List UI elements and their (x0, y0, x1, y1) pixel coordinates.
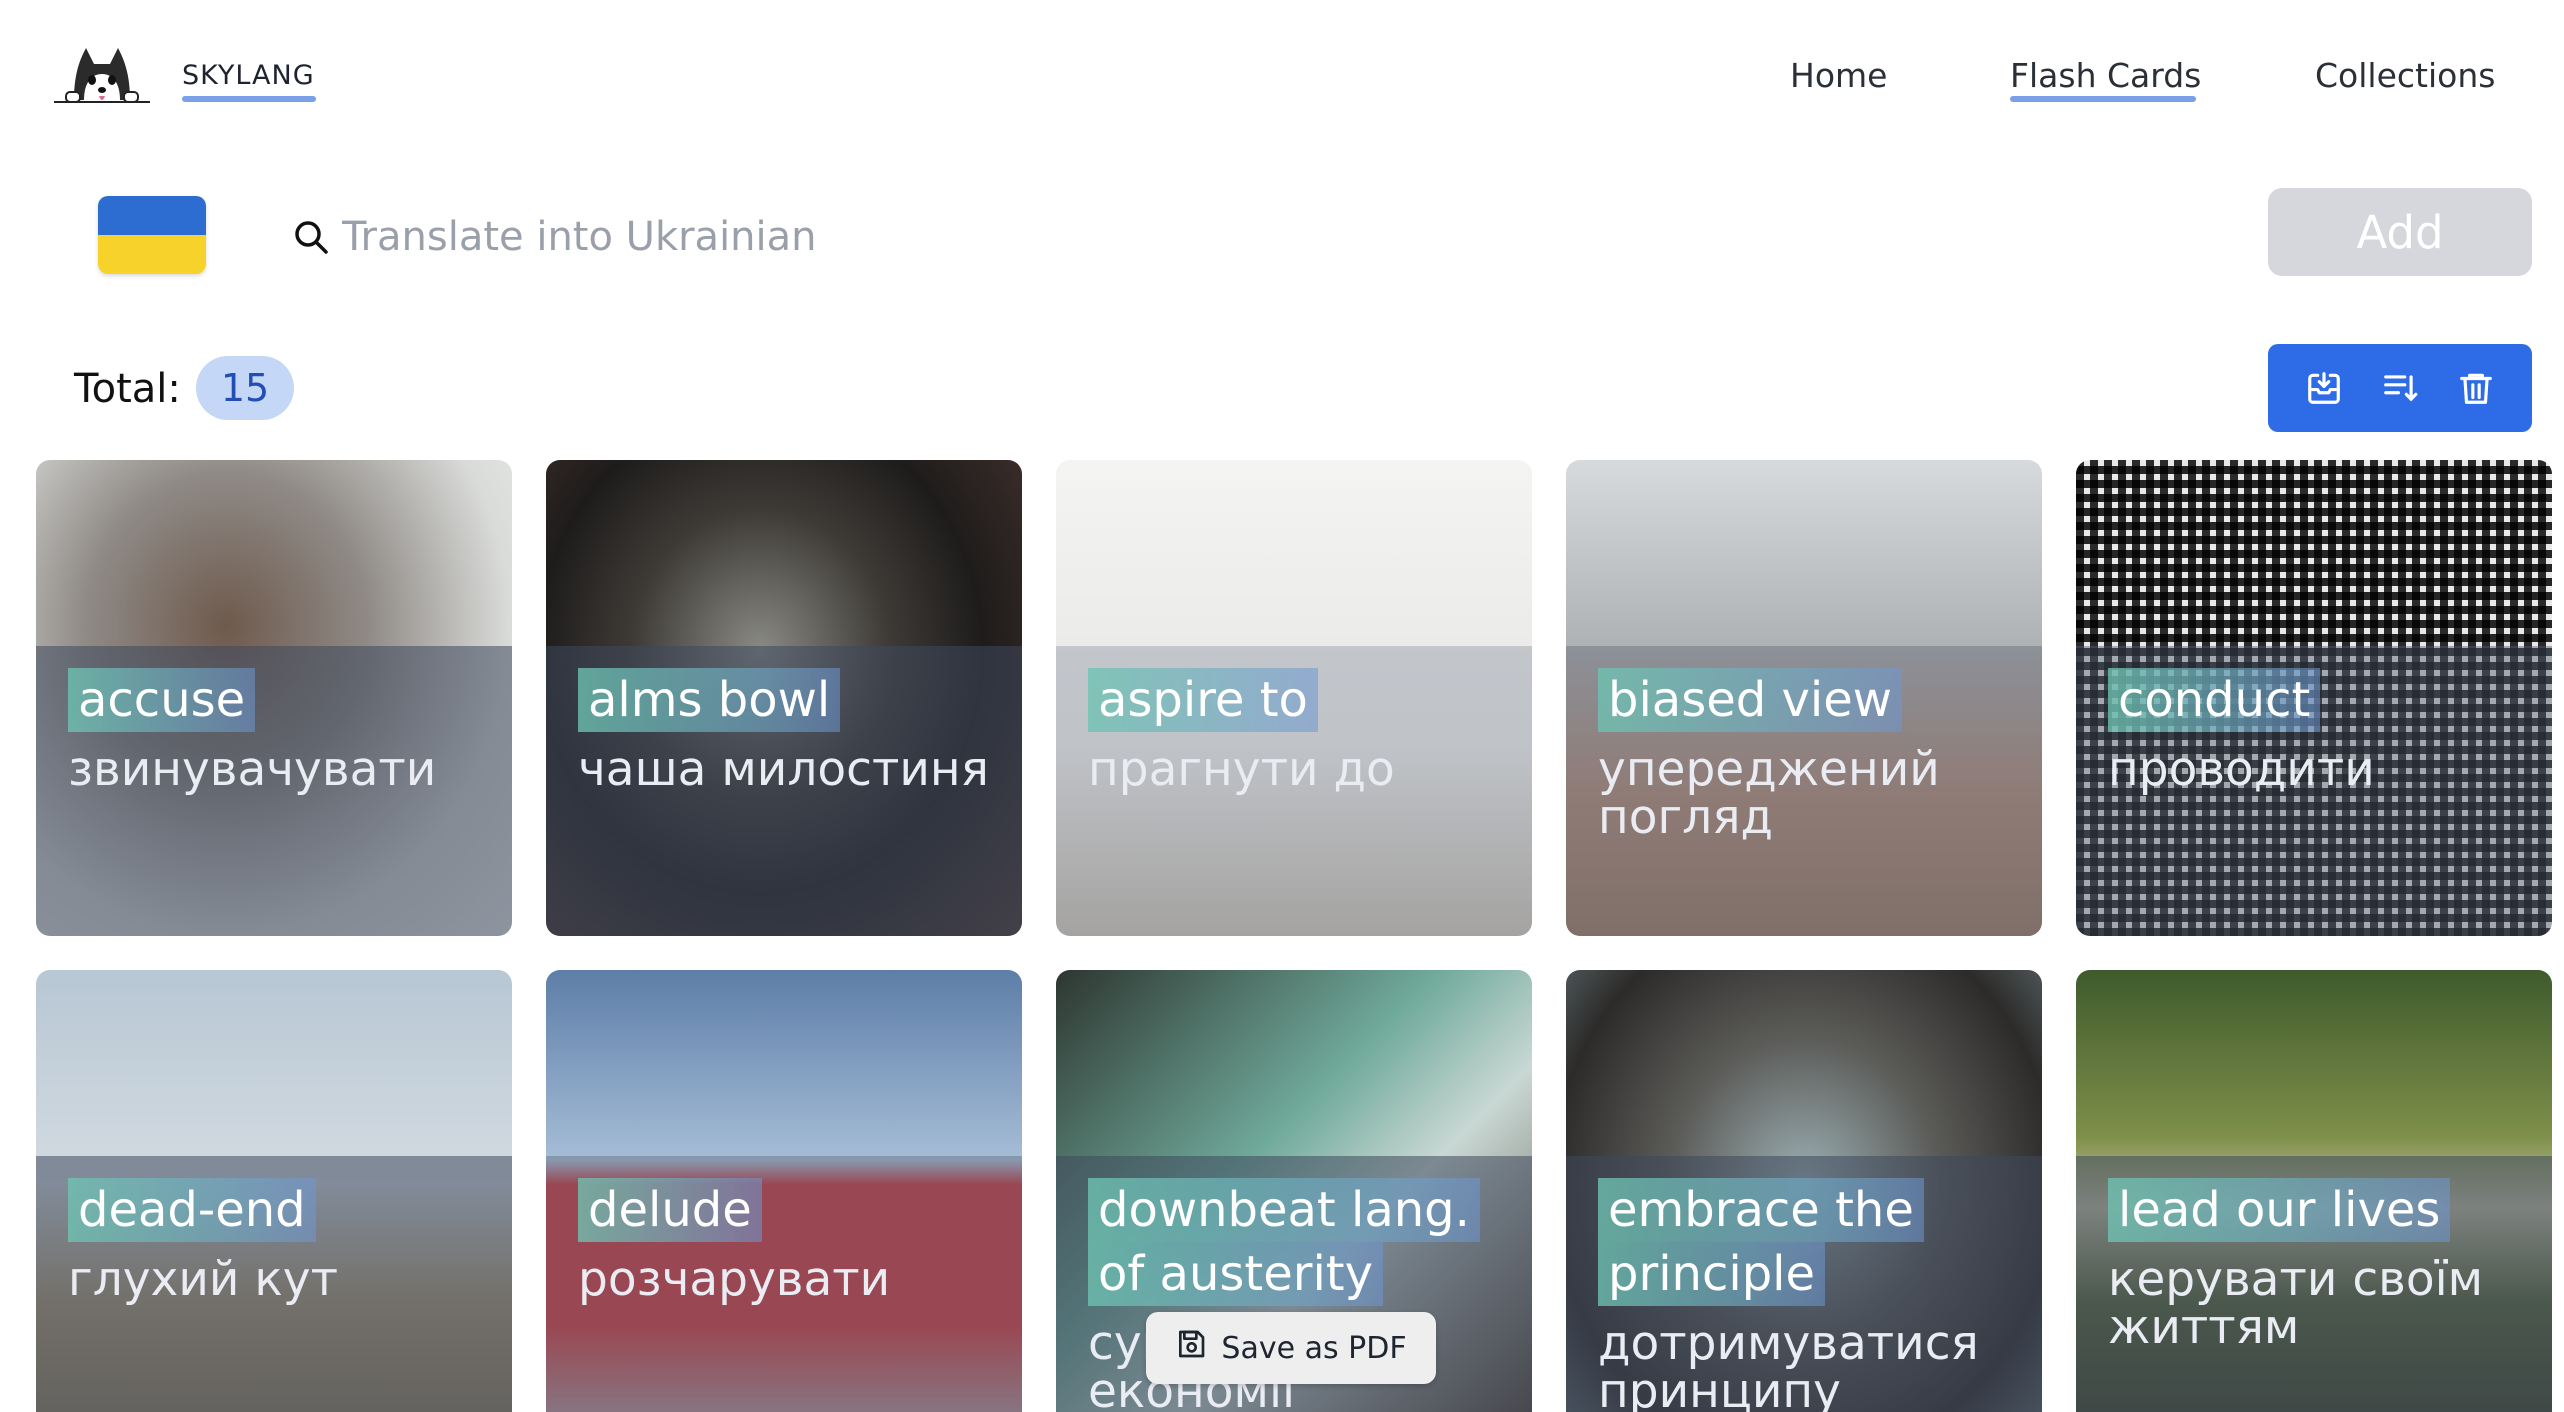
card-word: embrace the principle (1598, 1178, 1924, 1306)
search-input[interactable] (342, 204, 1642, 270)
ukraine-flag-icon[interactable] (98, 196, 206, 274)
total-count-badge: 15 (196, 356, 294, 420)
card-translation: звинувачувати (68, 742, 437, 797)
active-nav-underline (2010, 96, 2196, 102)
flash-card[interactable]: lead our lives керувати своїм життям (2076, 970, 2552, 1412)
card-word: dead-end (68, 1178, 316, 1242)
nav-collections[interactable]: Collections (2315, 56, 2495, 95)
card-word: alms bowl (578, 668, 841, 732)
card-word: delude (578, 1178, 762, 1242)
nav-home[interactable]: Home (1790, 56, 1887, 95)
flash-card[interactable]: accuse звинувачувати (36, 460, 512, 936)
total-label: Total: (74, 366, 181, 412)
save-floppy-icon (1175, 1328, 1207, 1368)
card-word: aspire to (1088, 668, 1318, 732)
card-translation: глухий кут (68, 1252, 338, 1307)
trash-icon[interactable] (2448, 360, 2504, 416)
card-translation: керувати своїм життям (2108, 1252, 2484, 1355)
flash-card[interactable]: aspire to прагнути до (1056, 460, 1532, 936)
card-translation: дотримуватися принципу (1598, 1316, 1979, 1412)
card-toolbar (2268, 344, 2532, 432)
save-as-pdf-button[interactable]: Save as PDF (1146, 1312, 1436, 1384)
flash-card[interactable]: conduct проводити (2076, 460, 2552, 936)
card-word: accuse (68, 668, 256, 732)
brand-underline (182, 96, 316, 102)
flash-card[interactable]: embrace the principle дотримуватися прин… (1566, 970, 2042, 1412)
card-translation: упереджений погляд (1598, 742, 1940, 845)
download-icon[interactable] (2296, 360, 2352, 416)
card-word: downbeat lang. of austerity (1088, 1178, 1480, 1306)
flash-card[interactable]: alms bowl чаша милостиня (546, 460, 1022, 936)
card-word: conduct (2108, 668, 2321, 732)
card-word: biased view (1598, 668, 1903, 732)
nav-flash-cards[interactable]: Flash Cards (2010, 56, 2201, 95)
sort-icon[interactable] (2372, 360, 2428, 416)
card-translation: розчарувати (578, 1252, 891, 1307)
flash-card[interactable]: dead-end глухий кут (36, 970, 512, 1412)
husky-logo-icon[interactable] (52, 40, 152, 110)
save-as-pdf-label: Save as PDF (1221, 1330, 1407, 1366)
brand-name[interactable]: SKYLANG (182, 60, 315, 91)
card-word: lead our lives (2108, 1178, 2451, 1242)
search-icon (292, 218, 330, 256)
add-button[interactable]: Add (2268, 188, 2532, 276)
card-translation: проводити (2108, 742, 2375, 797)
card-translation: чаша милостиня (578, 742, 989, 797)
flash-card[interactable]: biased view упереджений погляд (1566, 460, 2042, 936)
card-translation: прагнути до (1088, 742, 1395, 797)
flash-card[interactable]: delude розчарувати (546, 970, 1022, 1412)
header: SKYLANG Home Flash Cards Collections (0, 0, 2564, 160)
